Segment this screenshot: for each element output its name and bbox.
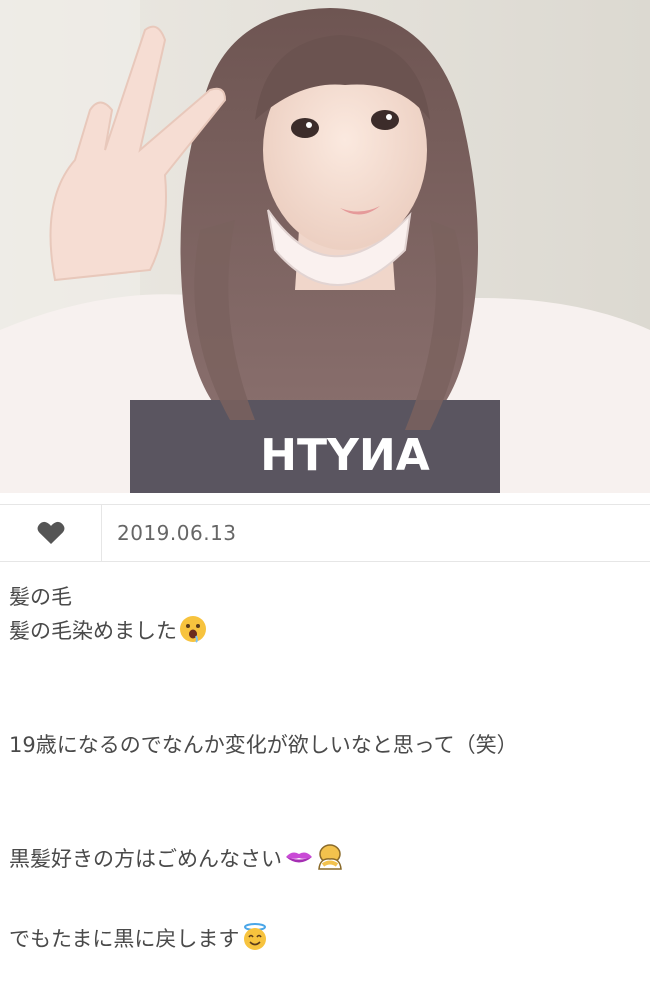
post-line-text: 髪の毛染めました	[9, 619, 177, 643]
drooling-face-emoji-icon	[179, 615, 207, 643]
post-line-text: 19歳になるのでなんか変化が欲しいなと思って（笑）	[9, 733, 518, 757]
post-title: 髪の毛	[9, 585, 72, 609]
post-line: でもたまに黒に戻します	[9, 922, 641, 956]
person-bowing-emoji-icon	[316, 843, 344, 871]
heart-icon	[37, 521, 64, 544]
post-line: 髪の毛染めました	[9, 614, 641, 648]
post-meta-bar: 2019.06.13	[0, 504, 650, 562]
post-photo[interactable]: ANYTH	[0, 0, 650, 493]
smiling-face-with-halo-emoji-icon	[241, 923, 269, 951]
shirt-print-text: ANYTH	[260, 430, 430, 481]
post-date: 2019.06.13	[117, 521, 237, 545]
post-body: 髪の毛 髪の毛染めました 19歳になるのでなんか変化が欲しいなと思って（笑） 黒…	[9, 580, 641, 956]
blog-post-page: ANYTH 2019.06.13 髪の毛 髪の毛染めました 19歳になるのでなん…	[0, 0, 650, 987]
post-line: 19歳になるのでなんか変化が欲しいなと思って（笑）	[9, 728, 641, 762]
post-line-text: でもたまに黒に戻します	[9, 927, 240, 951]
selfie-illustration: ANYTH	[0, 0, 650, 493]
like-button[interactable]	[0, 505, 102, 561]
post-line: 黒髪好きの方はごめんなさい	[9, 842, 641, 876]
post-line-text: 黒髪好きの方はごめんなさい	[9, 847, 282, 871]
lips-emoji-icon	[284, 848, 314, 866]
